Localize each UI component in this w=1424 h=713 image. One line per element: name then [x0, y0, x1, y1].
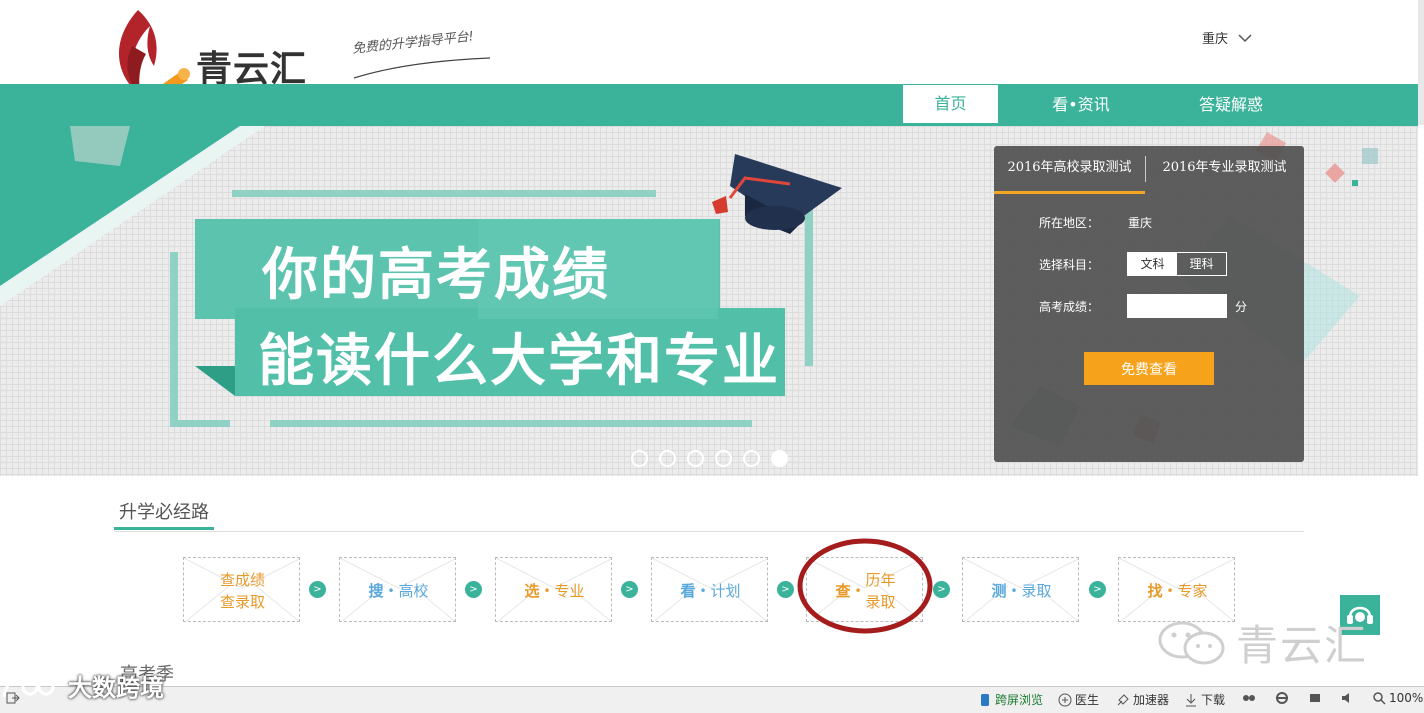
- carousel-dot[interactable]: [687, 450, 704, 467]
- step-arrow: >: [933, 581, 950, 598]
- watermark-text: 大数跨境: [68, 674, 164, 702]
- step-verb: 找: [1147, 581, 1163, 600]
- carousel-dot[interactable]: [715, 450, 732, 467]
- chevron-down-icon: [1238, 33, 1252, 42]
- nav-home[interactable]: 首页: [903, 85, 998, 123]
- step-label: 专业: [554, 581, 585, 600]
- statusbar-label: 加速器: [1133, 693, 1170, 707]
- step-choose-major[interactable]: 选 • 专业: [495, 557, 612, 622]
- statusbar-cross-screen[interactable]: 跨屏浏览: [978, 691, 1043, 708]
- tab-major-test[interactable]: 2016年专业录取测试: [1145, 146, 1304, 194]
- subject-option-arts[interactable]: 文科: [1128, 253, 1177, 275]
- logo-mark-icon: [2, 677, 55, 697]
- watermark-left: 大数跨境: [0, 668, 164, 703]
- carousel-dots: [631, 450, 788, 467]
- step-label: 查成绩: [219, 570, 265, 589]
- step-arrow: >: [621, 581, 638, 598]
- wechat-icon: [1158, 621, 1225, 664]
- subject-toggle: 文科 理科: [1127, 252, 1227, 276]
- statusbar-label: 跨屏浏览: [995, 693, 1044, 707]
- step-verb: 搜: [368, 581, 384, 600]
- statusbar-accelerator[interactable]: 加速器: [1116, 691, 1169, 708]
- step-arrow: >: [465, 581, 482, 598]
- scrollbar[interactable]: [1418, 0, 1424, 125]
- statusbar-label: 下载: [1201, 693, 1226, 707]
- nav-qa[interactable]: 答疑解惑: [1186, 84, 1276, 126]
- step-label: 专家: [1177, 581, 1208, 600]
- admission-test-panel: 2016年高校录取测试 2016年专业录取测试 所在地区： 重庆 选择科目： 文…: [994, 146, 1304, 462]
- zoom-icon: [1373, 692, 1386, 705]
- step-test-admission[interactable]: 测 • 录取: [962, 557, 1079, 622]
- watermark-text: 青云汇: [1236, 621, 1369, 670]
- step-label: 查录取: [219, 592, 265, 611]
- subject-option-science[interactable]: 理科: [1177, 253, 1226, 275]
- headline-line1: 你的高考成绩: [262, 243, 610, 308]
- step-verb: 选: [524, 581, 540, 600]
- step-view-plan[interactable]: 看 • 计划: [651, 557, 768, 622]
- statusbar-label: 医生: [1075, 693, 1100, 707]
- step-check-score[interactable]: 查成绩 查录取: [183, 557, 300, 622]
- carousel-dot-active[interactable]: [771, 450, 788, 467]
- slogan-underline: [353, 57, 491, 79]
- step-label: 录取: [1021, 581, 1052, 600]
- step-label: 高校: [398, 581, 429, 600]
- window-icon: [1310, 694, 1320, 702]
- carousel-dot[interactable]: [659, 450, 676, 467]
- watermark-right: 青云汇: [1156, 612, 1368, 673]
- free-check-button[interactable]: 免费查看: [1084, 352, 1214, 385]
- highlight-circle-annotation: [797, 538, 933, 634]
- city-label: 重庆: [1202, 32, 1229, 47]
- score-unit: 分: [1235, 300, 1248, 314]
- region-label: 所在地区：: [1039, 216, 1100, 230]
- subject-label: 选择科目：: [1039, 258, 1100, 272]
- score-input[interactable]: [1127, 294, 1227, 318]
- section-title-underline: [114, 527, 214, 530]
- panel-tabs: 2016年高校录取测试 2016年专业录取测试: [994, 146, 1304, 194]
- download-icon: [1186, 693, 1196, 706]
- section-title: 升学必经路: [119, 502, 209, 523]
- carousel-dot[interactable]: [743, 450, 760, 467]
- hero-banner: 你的高考成绩 能读什么大学和专业 2016年高校录取测试 2016年专业录取测试…: [0, 126, 1418, 476]
- statusbar-glasses[interactable]: [1242, 691, 1256, 705]
- nav-news[interactable]: 看•资讯: [1036, 84, 1126, 126]
- step-arrow: >: [309, 581, 326, 598]
- glasses-icon: [1243, 695, 1255, 701]
- statusbar-ie[interactable]: [1275, 691, 1289, 705]
- step-arrow: >: [777, 581, 794, 598]
- statusbar-download[interactable]: 下载: [1184, 691, 1225, 708]
- step-search-college[interactable]: 搜 • 高校: [339, 557, 456, 622]
- step-verb: 看: [680, 581, 696, 600]
- region-value: 重庆: [1128, 216, 1153, 230]
- speaker-icon: [1342, 693, 1349, 703]
- step-arrow: >: [1089, 581, 1106, 598]
- browser-statusbar: 跨屏浏览 医生 加速器 下载 100%: [0, 686, 1424, 713]
- score-label: 高考成绩：: [1039, 300, 1100, 314]
- statusbar-zoom[interactable]: 100%: [1372, 691, 1423, 705]
- headline-line2: 能读什么大学和专业: [258, 329, 780, 394]
- statusbar-volume[interactable]: [1340, 691, 1354, 705]
- city-selector[interactable]: 重庆: [1202, 28, 1252, 47]
- step-verb: 测: [991, 581, 1007, 600]
- section-divider: [114, 531, 1304, 532]
- doctor-icon: [1058, 693, 1072, 706]
- browser-e-icon: [1276, 692, 1288, 704]
- page: 青云汇 免费的升学指导平台! 重庆 首页 看•资讯 答疑解惑 你的高考成绩 能读…: [0, 0, 1424, 713]
- main-nav: 首页 看•资讯 答疑解惑: [0, 84, 1418, 126]
- rocket-icon: [1117, 693, 1129, 705]
- tab-college-test[interactable]: 2016年高校录取测试: [994, 146, 1145, 194]
- carousel-dot[interactable]: [631, 450, 648, 467]
- phone-icon: [981, 693, 989, 706]
- statusbar-doctor[interactable]: 医生: [1058, 691, 1099, 708]
- zoom-level: 100%: [1389, 691, 1424, 705]
- graduation-cap-icon: [712, 154, 842, 234]
- step-label: 计划: [710, 581, 741, 600]
- statusbar-window[interactable]: [1308, 691, 1322, 705]
